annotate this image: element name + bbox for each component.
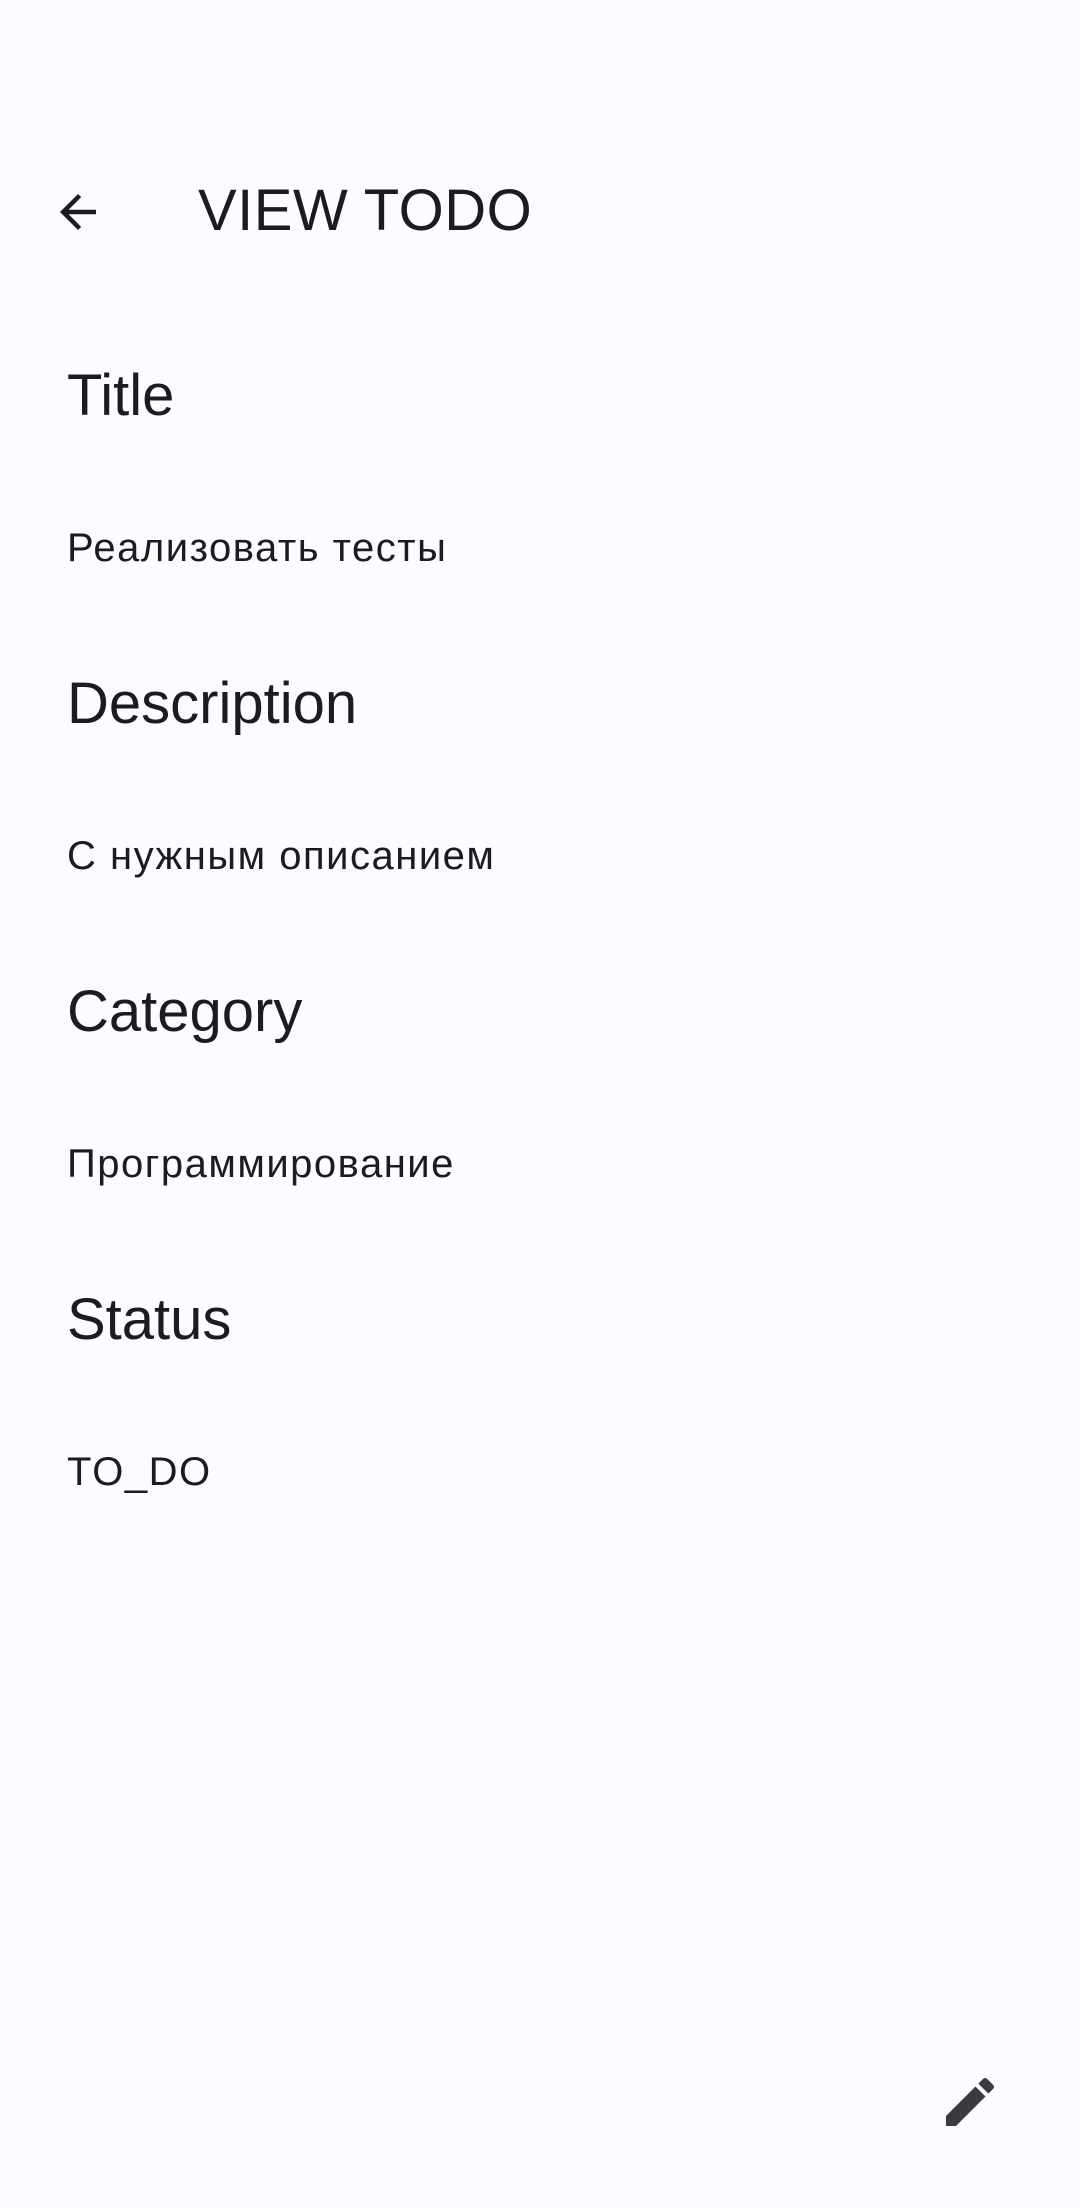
status-field: Status TO_DO bbox=[67, 1274, 1013, 1582]
title-value: Реализовать тесты bbox=[67, 526, 448, 570]
title-field: Title Реализовать тесты bbox=[67, 350, 1013, 658]
category-field: Category Программирование bbox=[67, 966, 1013, 1274]
status-label: Status bbox=[67, 1287, 232, 1352]
page-title: VIEW TODO bbox=[198, 178, 533, 243]
category-label: Category bbox=[67, 979, 303, 1044]
back-button[interactable] bbox=[38, 172, 118, 252]
arrow-back-icon bbox=[60, 194, 96, 230]
description-label: Description bbox=[67, 671, 358, 736]
edit-button[interactable] bbox=[916, 2048, 1024, 2156]
edit-pencil-icon bbox=[946, 2077, 995, 2126]
todo-details: Title Реализовать тесты Description С ну… bbox=[67, 350, 1013, 1582]
top-app-bar: VIEW TODO bbox=[0, 140, 1080, 300]
status-value: TO_DO bbox=[67, 1450, 212, 1494]
description-value: С нужным описанием bbox=[67, 834, 496, 878]
category-value: Программирование bbox=[67, 1142, 455, 1186]
description-field: Description С нужным описанием bbox=[67, 658, 1013, 966]
title-label: Title bbox=[67, 363, 175, 428]
